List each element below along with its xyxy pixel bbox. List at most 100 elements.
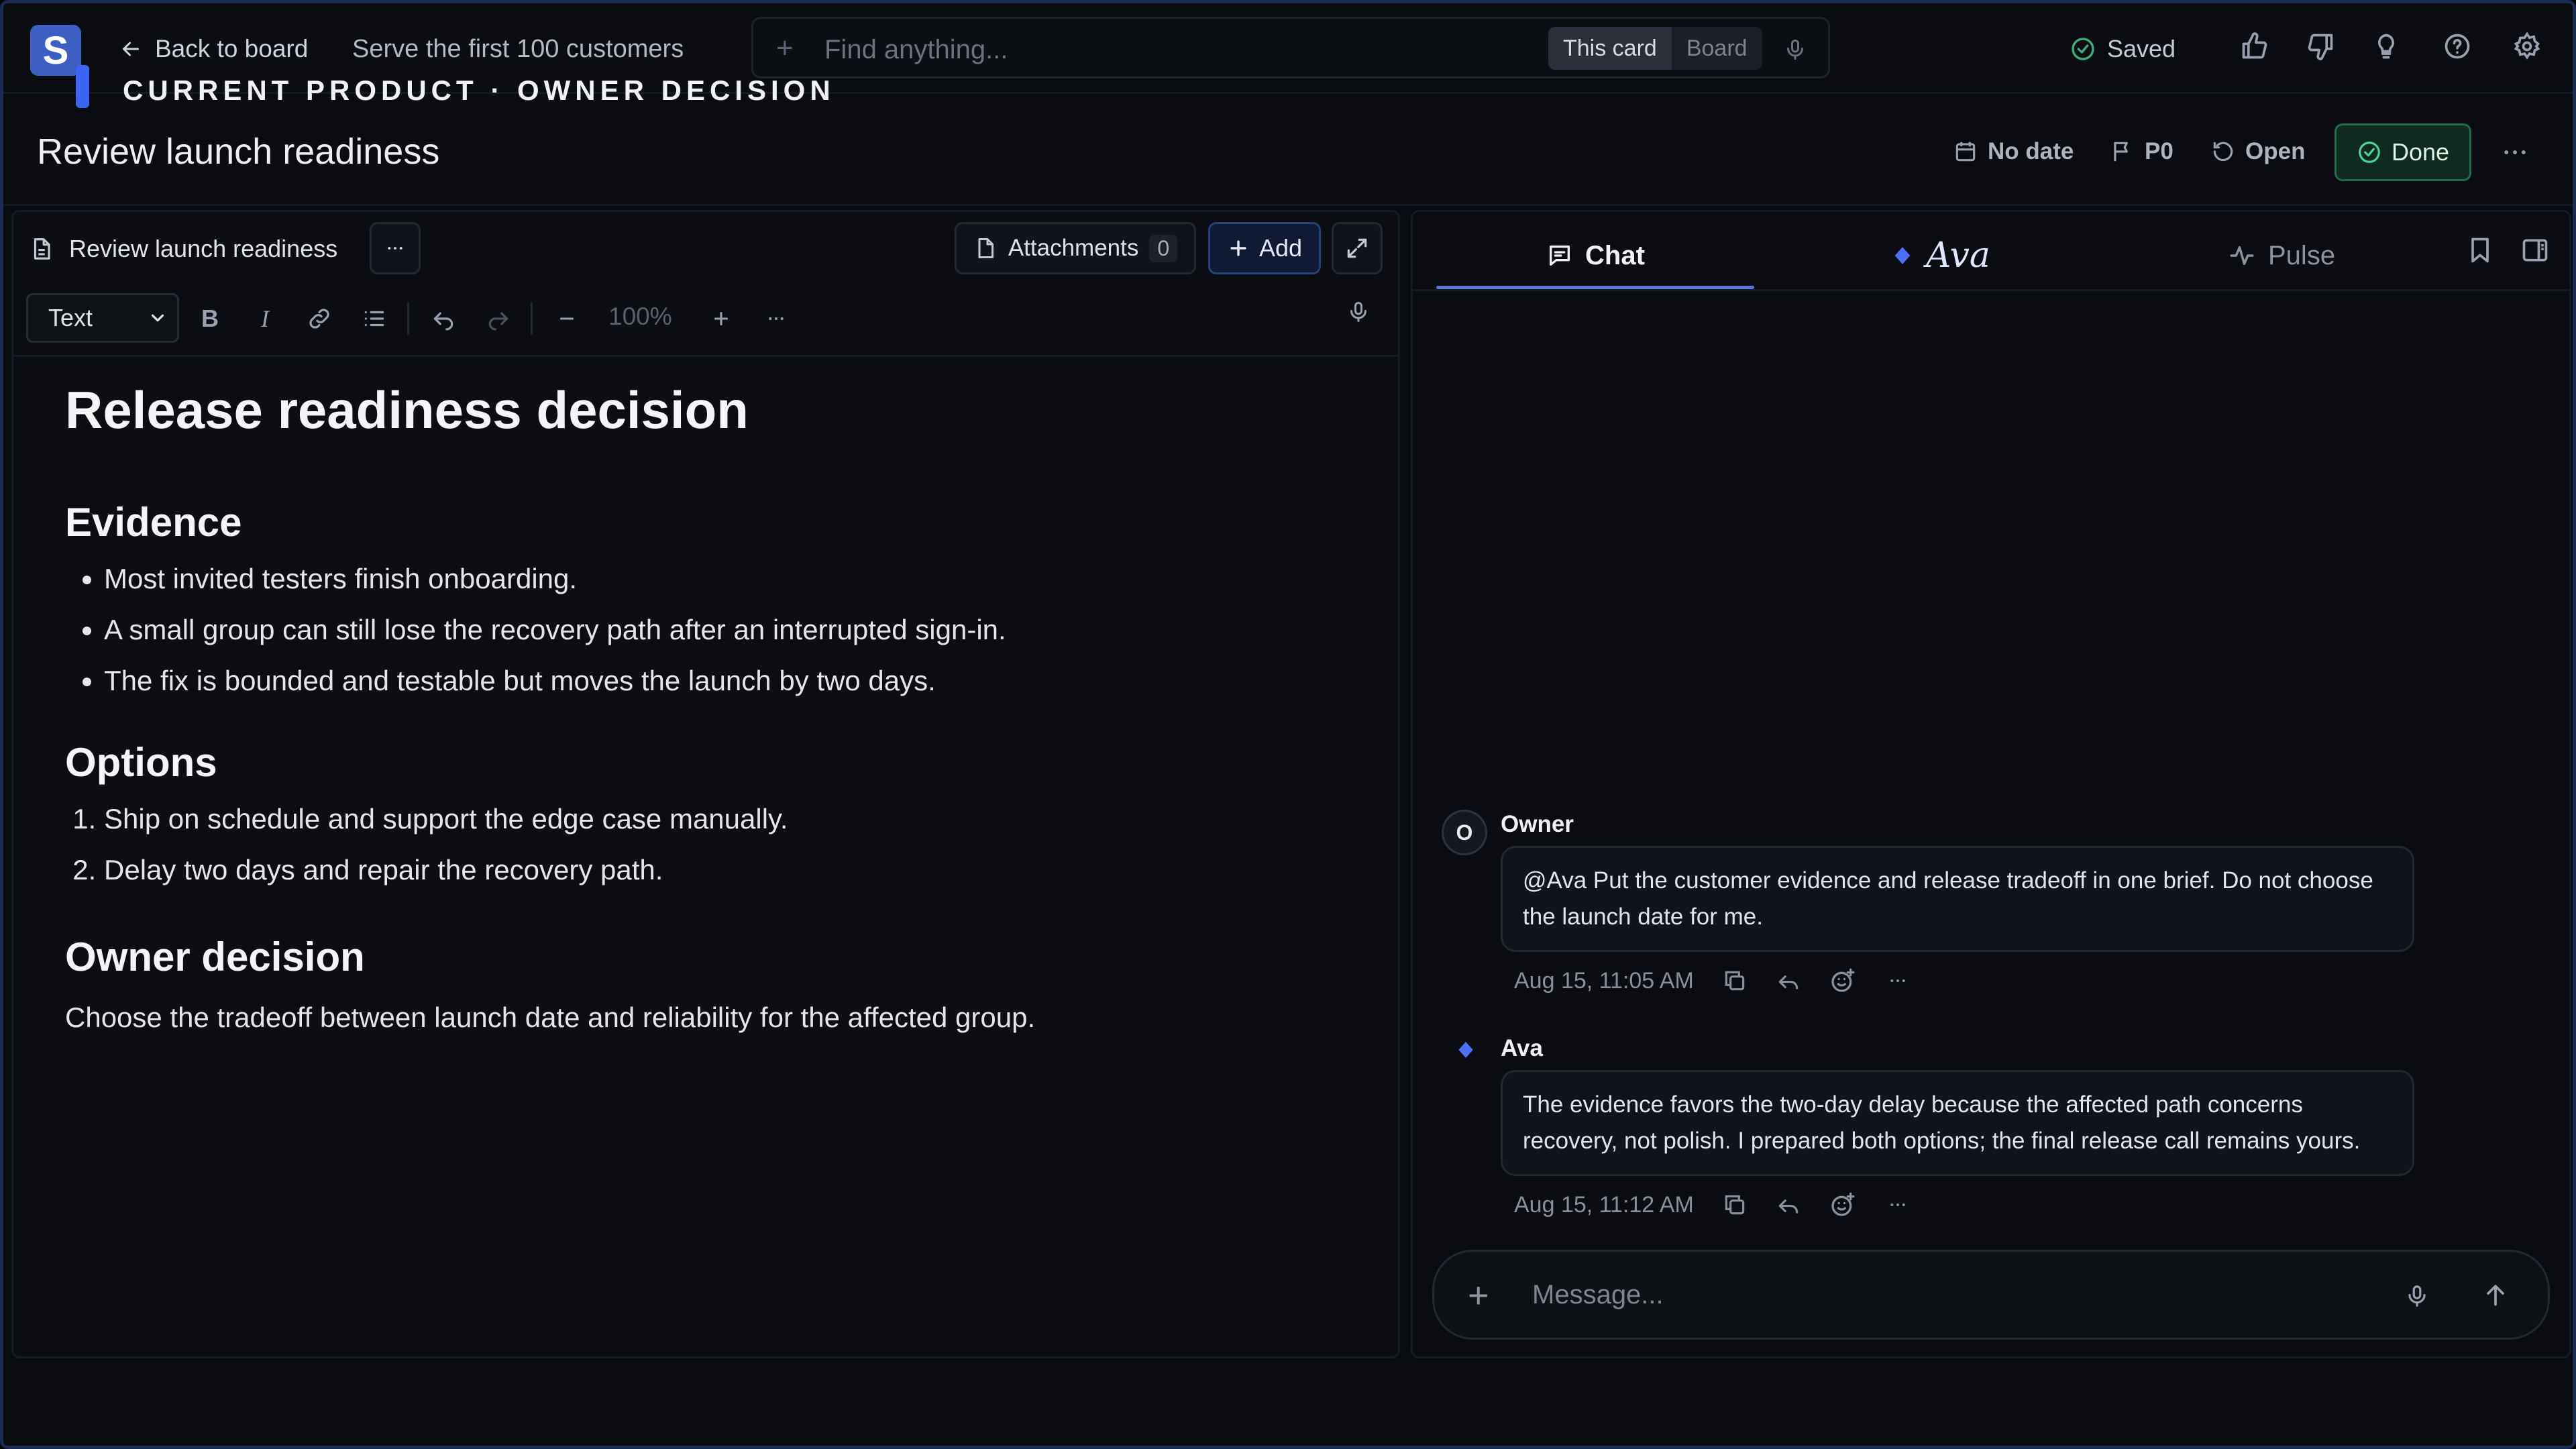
document-tab[interactable]: Review launch readiness	[29, 225, 337, 273]
document-more-button[interactable]	[370, 222, 421, 274]
text-style-value: Text	[48, 304, 93, 331]
reply-icon[interactable]	[1776, 968, 1801, 994]
chat-panel	[1411, 210, 2571, 1358]
add-button[interactable]: Add	[1208, 222, 1321, 274]
bookmark-icon[interactable]	[2465, 235, 2495, 265]
microphone-icon[interactable]	[1783, 36, 1807, 63]
zoom-level: 100%	[608, 303, 672, 330]
document-body[interactable]: Release readiness decision Evidence Most…	[65, 379, 1340, 1034]
message-author[interactable]: Ava	[1501, 1035, 1543, 1062]
message-author[interactable]: Owner	[1501, 811, 1574, 838]
toolbar-divider	[531, 303, 533, 335]
toolbar-divider	[407, 303, 409, 335]
file-icon	[973, 235, 998, 261]
expand-button[interactable]	[1332, 222, 1383, 274]
message-meta: Aug 15, 11:05 AM	[1514, 964, 1911, 998]
more-formats-icon[interactable]	[760, 303, 792, 335]
date-picker[interactable]: No date	[1953, 134, 2074, 169]
attachments-button[interactable]: Attachments 0	[955, 222, 1196, 274]
breadcrumb-label: Serve the first 100 customers	[352, 34, 684, 63]
dictation-microphone-icon[interactable]	[1342, 296, 1375, 328]
tab-chat-label: Chat	[1585, 240, 1645, 270]
message-time: Aug 15, 11:12 AM	[1514, 1191, 1694, 1218]
plus-icon: +	[776, 32, 794, 64]
active-tab-indicator	[1436, 286, 1754, 289]
avatar[interactable]: O	[1442, 810, 1487, 855]
help-icon[interactable]	[2443, 32, 2477, 66]
attachments-count: 0	[1149, 234, 1178, 262]
message-text: The evidence favors the two-day delay be…	[1523, 1091, 2361, 1154]
reply-icon[interactable]	[1776, 1192, 1801, 1218]
chevron-down-icon	[148, 308, 168, 328]
settings-icon[interactable]	[2512, 32, 2547, 66]
text-style-select[interactable]: Text	[26, 293, 179, 343]
tabs-divider	[1413, 289, 2569, 291]
arrow-left-icon	[119, 37, 143, 61]
attach-plus-icon[interactable]: +	[1468, 1277, 1489, 1313]
thumbs-down-icon[interactable]	[2306, 32, 2341, 66]
pulse-icon	[2228, 241, 2256, 270]
more-icon[interactable]	[1884, 1195, 1911, 1215]
undo-icon[interactable]	[427, 303, 460, 335]
message-meta: Aug 15, 11:12 AM	[1514, 1188, 1911, 1222]
options-list: Ship on schedule and support the edge ca…	[65, 794, 1340, 896]
card-title[interactable]: Review launch readiness	[37, 131, 439, 172]
scope-this-card[interactable]: This card	[1548, 27, 1672, 70]
flag-icon	[2110, 139, 2135, 164]
done-button[interactable]: Done	[2334, 123, 2471, 181]
attachments-label: Attachments	[1008, 235, 1139, 261]
tab-pulse[interactable]: Pulse	[2228, 231, 2335, 280]
tab-chat[interactable]: Chat	[1546, 231, 1645, 280]
message-bubble[interactable]: @Ava Put the customer evidence and relea…	[1501, 846, 2414, 952]
lightbulb-icon[interactable]	[2371, 32, 2406, 66]
reopen-icon	[2210, 139, 2236, 164]
italic-icon[interactable]: I	[249, 303, 281, 335]
status-label: Open	[2245, 138, 2306, 164]
add-reaction-icon[interactable]	[1829, 967, 1856, 994]
app-logo[interactable]: S	[30, 25, 81, 76]
link-icon[interactable]	[303, 303, 335, 335]
breadcrumb[interactable]: Serve the first 100 customers	[352, 32, 684, 66]
bold-icon[interactable]: B	[194, 303, 226, 335]
saved-label: Saved	[2107, 35, 2176, 62]
more-icon[interactable]	[1884, 971, 1911, 991]
done-label: Done	[2391, 138, 2450, 166]
sidebar-toggle-icon[interactable]	[2520, 235, 2550, 265]
send-icon[interactable]	[2481, 1280, 2510, 1309]
thumbs-up-icon[interactable]	[2240, 32, 2275, 66]
zoom-out-icon[interactable]	[551, 303, 583, 335]
check-circle-icon	[2357, 140, 2382, 165]
message-bubble[interactable]: The evidence favors the two-day delay be…	[1501, 1070, 2414, 1176]
section-heading-options: Options	[65, 739, 217, 785]
more-options-icon[interactable]	[2499, 138, 2531, 167]
list-item: Ship on schedule and support the edge ca…	[104, 794, 1340, 845]
section-heading-evidence: Evidence	[65, 499, 242, 545]
priority-picker[interactable]: P0	[2110, 134, 2174, 169]
diamond-icon	[1891, 244, 1914, 267]
document-heading: Release readiness decision	[65, 380, 749, 439]
back-label: Back to board	[155, 35, 309, 62]
priority-label: P0	[2145, 138, 2174, 164]
message-time: Aug 15, 11:05 AM	[1514, 967, 1694, 994]
bullet-list-icon[interactable]	[358, 303, 390, 335]
copy-icon[interactable]	[1722, 968, 1748, 994]
status-picker[interactable]: Open	[2210, 134, 2305, 169]
microphone-icon[interactable]	[2404, 1281, 2430, 1311]
add-reaction-icon[interactable]	[1829, 1191, 1856, 1218]
search-placeholder: Find anything...	[824, 35, 1008, 64]
plus-icon	[1227, 237, 1250, 260]
redo-icon[interactable]	[482, 303, 515, 335]
message-input[interactable]: Message...	[1532, 1280, 1664, 1310]
scope-board[interactable]: Board	[1672, 27, 1762, 70]
expand-icon	[1344, 235, 1370, 261]
back-to-board-link[interactable]: Back to board	[119, 32, 308, 66]
tab-pulse-label: Pulse	[2268, 240, 2336, 270]
zoom-in-icon[interactable]	[705, 303, 737, 335]
tab-ava[interactable]: Ava	[1891, 231, 1990, 280]
add-label: Add	[1258, 234, 1303, 262]
search-bar[interactable]: + Find anything... This card Board	[751, 17, 1830, 78]
message-composer[interactable]: + Message...	[1432, 1250, 2550, 1340]
app-window: S Back to board Serve the first 100 cust…	[0, 0, 2576, 1449]
copy-icon[interactable]	[1722, 1192, 1748, 1218]
document-tab-label: Review launch readiness	[69, 235, 338, 262]
